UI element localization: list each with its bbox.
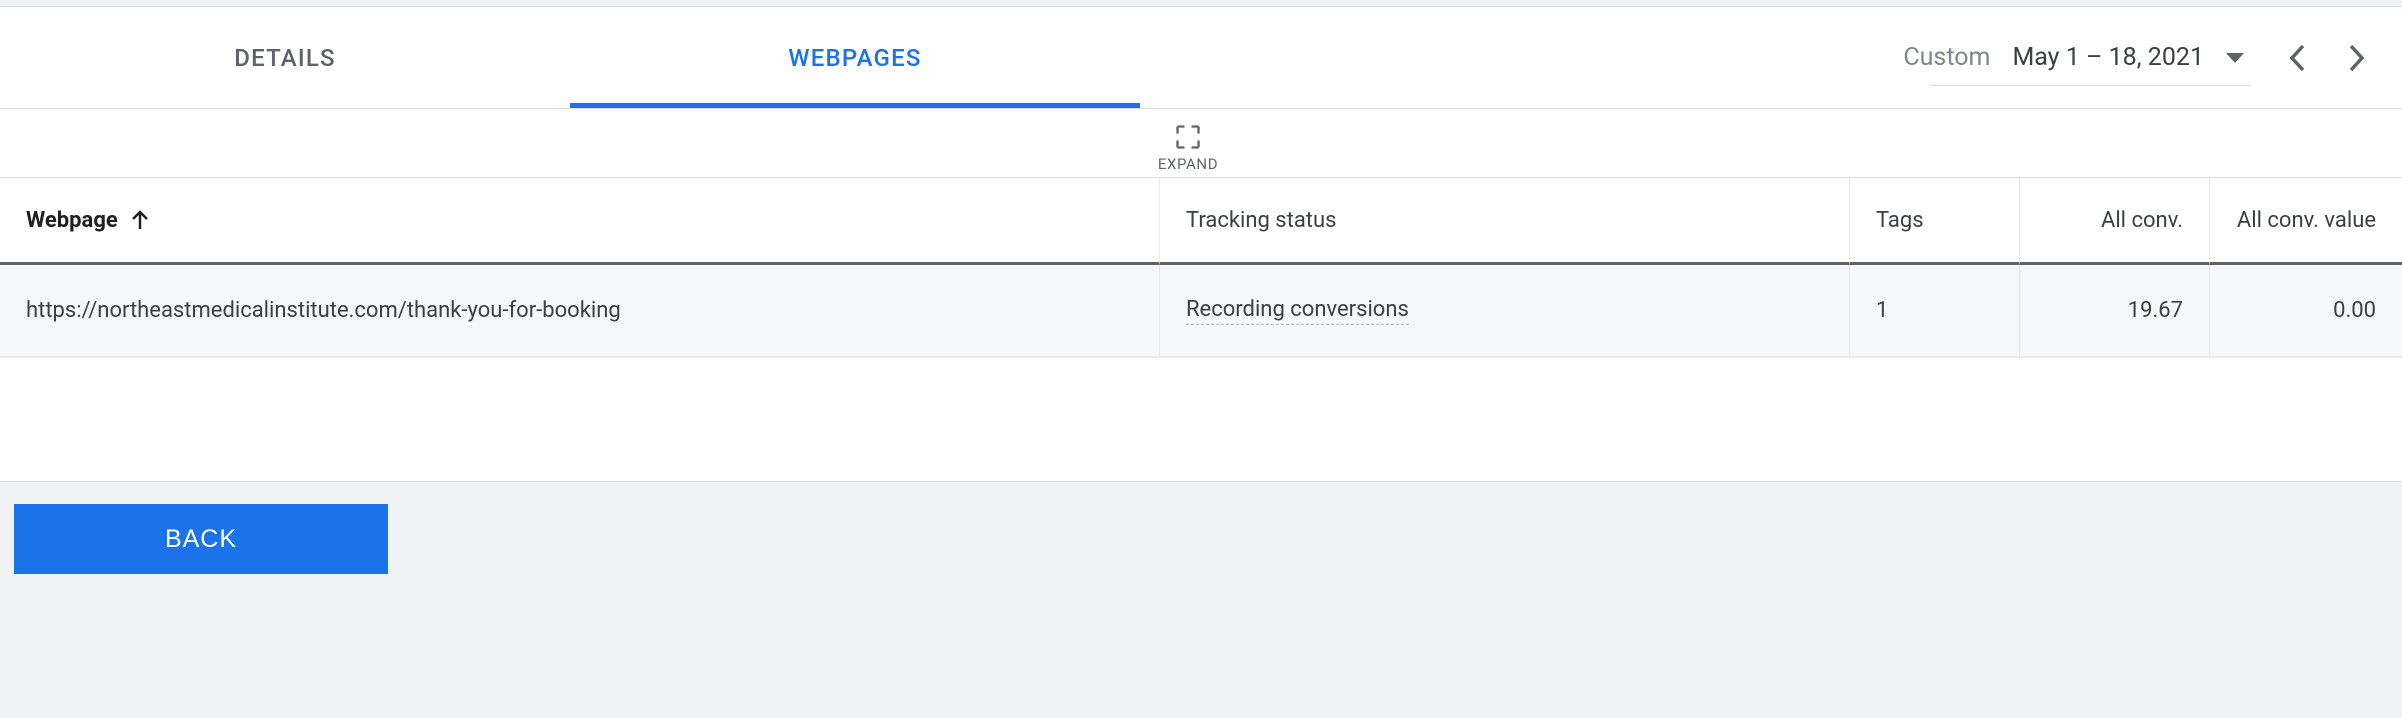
date-underline (1930, 85, 2250, 86)
back-button-label: BACK (165, 525, 237, 554)
tab-webpages[interactable]: WEBPAGES (570, 7, 1140, 108)
next-period-button[interactable] (2336, 43, 2378, 73)
cell-allconv: 19.67 (2128, 298, 2183, 323)
col-header-tags[interactable]: Tags (1850, 177, 2020, 265)
cell-tracking[interactable]: Recording conversions (1186, 297, 1409, 325)
table-cell-tags: 1 (1850, 265, 2020, 357)
tab-details-label: DETAILS (234, 44, 336, 72)
col-header-allconv[interactable]: All conv. (2020, 177, 2210, 265)
data-table: Webpage Tracking status Tags All conv. A… (0, 177, 2402, 357)
sort-asc-icon (130, 209, 150, 231)
date-range-picker[interactable]: Custom May 1 – 18, 2021 (1903, 7, 2378, 108)
col-header-tracking[interactable]: Tracking status (1160, 177, 1850, 265)
table-cell-webpage: https://northeastmedicalinstitute.com/th… (0, 265, 1160, 357)
prev-period-button[interactable] (2276, 43, 2318, 73)
tab-webpages-label: WEBPAGES (788, 44, 921, 72)
table-cell-allconvvalue: 0.00 (2210, 265, 2402, 357)
col-header-webpage[interactable]: Webpage (0, 177, 1160, 265)
expand-label: EXPAND (1158, 155, 1218, 173)
expand-row: EXPAND (0, 109, 2402, 177)
col-header-allconvvalue-label: All conv. value (2237, 208, 2376, 233)
col-header-webpage-label: Webpage (26, 208, 118, 233)
expand-icon (1174, 123, 1202, 151)
table-cell-allconv: 19.67 (2020, 265, 2210, 357)
col-header-tags-label: Tags (1876, 208, 1924, 233)
cell-tags: 1 (1876, 298, 1888, 323)
date-range-value[interactable]: May 1 – 18, 2021 (2012, 43, 2204, 72)
col-header-allconvvalue[interactable]: All conv. value (2210, 177, 2402, 265)
cell-webpage: https://northeastmedicalinstitute.com/th… (26, 298, 621, 323)
table-footer-space (0, 357, 2402, 481)
header-bar: DETAILS WEBPAGES Custom May 1 – 18, 2021 (0, 7, 2402, 109)
tabs: DETAILS WEBPAGES (0, 7, 1140, 108)
col-header-tracking-label: Tracking status (1186, 208, 1337, 233)
expand-button[interactable]: EXPAND (1158, 123, 1218, 173)
dropdown-icon[interactable] (2226, 53, 2244, 63)
date-range-label: Custom (1903, 43, 1990, 72)
col-header-allconv-label: All conv. (2101, 208, 2183, 233)
cell-allconvvalue: 0.00 (2333, 298, 2376, 323)
table-cell-tracking: Recording conversions (1160, 265, 1850, 357)
back-button[interactable]: BACK (14, 504, 388, 574)
tab-details[interactable]: DETAILS (0, 7, 570, 108)
